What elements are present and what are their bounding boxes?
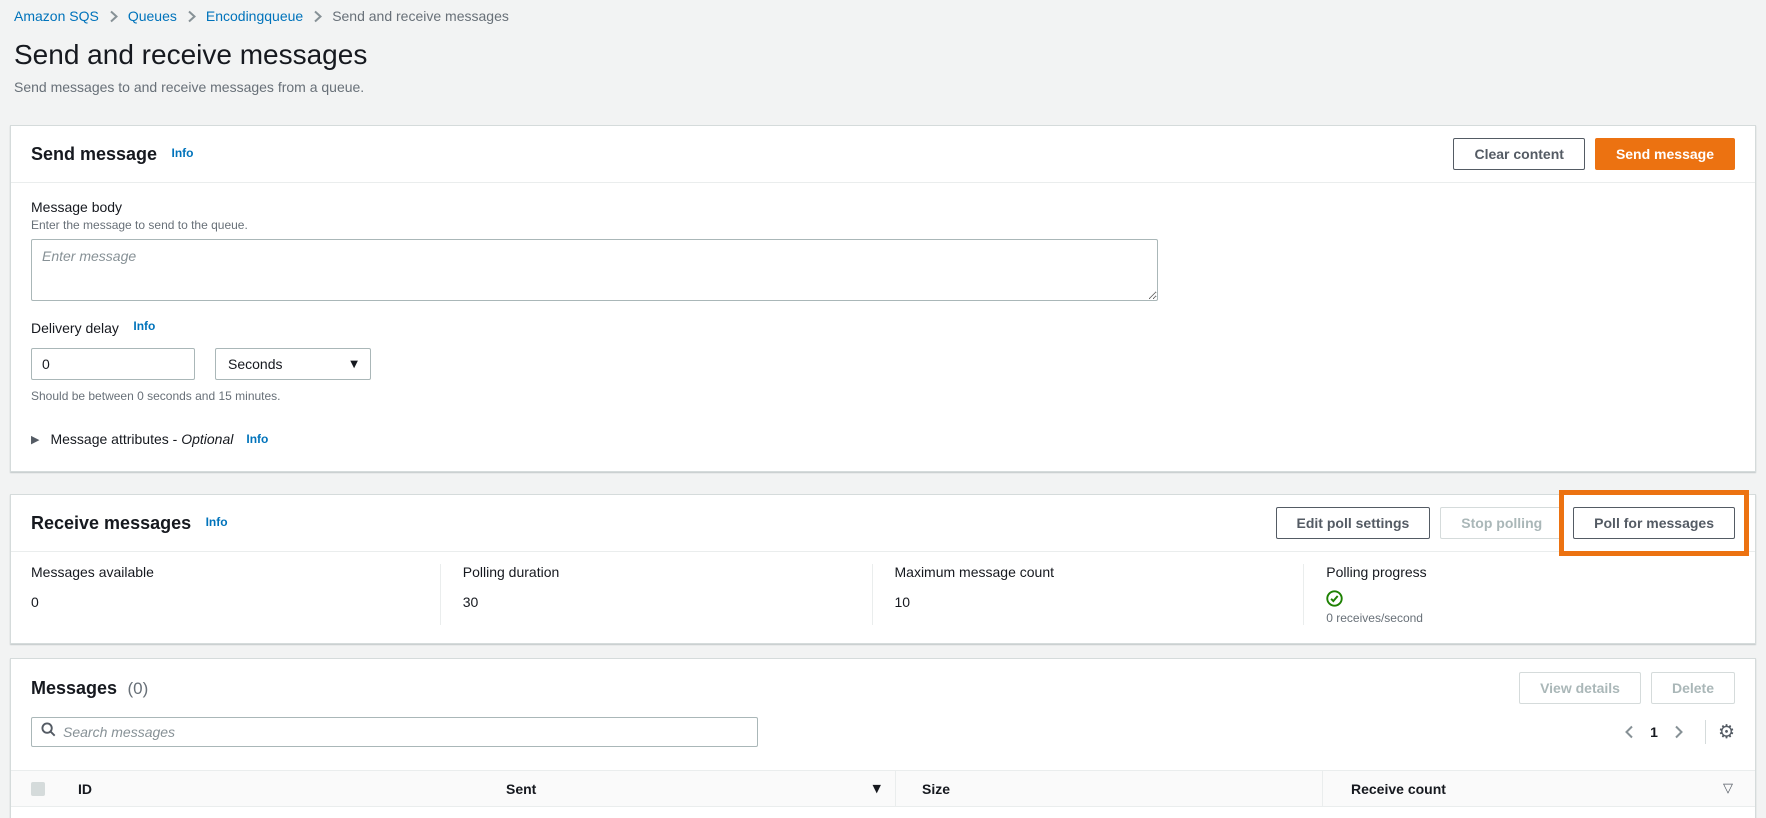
message-attributes-label: Message attributes - Optional [50, 431, 233, 447]
delete-button[interactable]: Delete [1651, 672, 1735, 704]
sort-descending-icon[interactable]: ▼ [873, 782, 881, 795]
toolbar-divider [1705, 720, 1706, 744]
receive-messages-panel: Receive messages Info Edit poll settings… [10, 494, 1756, 644]
previous-page-button[interactable] [1615, 723, 1643, 741]
message-body-field: Message body Enter the message to send t… [31, 199, 1735, 301]
delivery-delay-info-link[interactable]: Info [133, 319, 155, 333]
send-message-info-link[interactable]: Info [172, 146, 194, 160]
select-all-checkbox[interactable] [31, 782, 45, 796]
stat-value: 10 [895, 594, 1284, 610]
stat-value: 30 [463, 594, 852, 610]
breadcrumb-link-queue-name[interactable]: Encodingqueue [206, 8, 303, 24]
delivery-delay-constraint: Should be between 0 seconds and 15 minut… [31, 389, 1735, 403]
stop-polling-button[interactable]: Stop polling [1440, 507, 1563, 539]
column-header-receive-count[interactable]: Receive count ▽ [1323, 771, 1755, 806]
breadcrumb: Amazon SQS Queues Encodingqueue Send and… [0, 0, 1766, 24]
messages-count: (0) [128, 679, 149, 698]
message-body-description: Enter the message to send to the queue. [31, 218, 1735, 232]
polling-stats-row: Messages available 0 Polling duration 30… [11, 552, 1755, 643]
search-box[interactable] [31, 717, 758, 747]
search-icon [41, 722, 56, 742]
poll-for-messages-button[interactable]: Poll for messages [1573, 507, 1735, 539]
page-header: Send and receive messages Send messages … [0, 24, 1766, 95]
edit-poll-settings-button[interactable]: Edit poll settings [1276, 507, 1431, 539]
receive-messages-info-link[interactable]: Info [206, 515, 228, 529]
sort-neutral-icon[interactable]: ▽ [1723, 781, 1733, 796]
chevron-right-icon [109, 10, 118, 23]
messages-header: Messages (0) View details Delete [11, 659, 1755, 704]
stat-value: 0 [31, 594, 420, 610]
chevron-right-icon [313, 10, 322, 23]
stat-polling-duration: Polling duration 30 [440, 564, 872, 625]
delivery-delay-unit-select[interactable]: Seconds ▼ [215, 348, 371, 380]
pagination: 1 ⚙ [1615, 720, 1735, 744]
delivery-delay-unit-value: Seconds [228, 356, 282, 372]
select-all-checkbox-cell [11, 771, 78, 806]
stat-polling-progress: Polling progress 0 receives/second [1303, 564, 1735, 625]
send-message-button[interactable]: Send message [1595, 138, 1735, 170]
messages-toolbar: 1 ⚙ [11, 704, 1755, 747]
next-page-button[interactable] [1665, 723, 1693, 741]
view-details-button[interactable]: View details [1519, 672, 1641, 704]
breadcrumb-current: Send and receive messages [332, 8, 509, 24]
expand-right-icon: ▶ [31, 433, 39, 446]
clear-content-button[interactable]: Clear content [1453, 138, 1584, 170]
breadcrumb-link-queues[interactable]: Queues [128, 8, 177, 24]
delivery-delay-label: Delivery delay [31, 320, 119, 336]
send-message-header: Send message Info Clear content Send mes… [11, 126, 1755, 183]
chevron-right-icon [187, 10, 196, 23]
delivery-delay-field: Delivery delay Info Seconds ▼ Should be … [31, 319, 1735, 403]
receive-messages-header: Receive messages Info Edit poll settings… [11, 495, 1755, 552]
settings-gear-icon[interactable]: ⚙ [1718, 723, 1735, 742]
messages-panel: Messages (0) View details Delete 1 [10, 658, 1756, 818]
message-attributes-info-link[interactable]: Info [246, 432, 268, 446]
column-header-size: Size [896, 771, 1323, 806]
stat-messages-available: Messages available 0 [31, 564, 440, 625]
delivery-delay-input[interactable] [31, 348, 195, 380]
messages-table-header: ID Sent ▼ Size Receive count ▽ [11, 770, 1755, 807]
breadcrumb-link-amazon-sqs[interactable]: Amazon SQS [14, 8, 99, 24]
page-subtitle: Send messages to and receive messages fr… [14, 79, 1766, 95]
search-input[interactable] [63, 724, 748, 740]
send-message-title: Send message [31, 144, 157, 164]
success-check-icon [1326, 594, 1343, 611]
message-body-textarea[interactable] [31, 239, 1158, 301]
polling-progress-rate: 0 receives/second [1326, 611, 1715, 625]
message-body-label: Message body [31, 199, 1735, 215]
message-attributes-expander[interactable]: ▶ Message attributes - Optional Info [31, 431, 1735, 447]
send-message-panel: Send message Info Clear content Send mes… [10, 125, 1756, 472]
column-header-id: ID [78, 771, 506, 806]
messages-title: Messages [31, 678, 117, 698]
column-header-sent[interactable]: Sent ▼ [506, 771, 896, 806]
receive-messages-title: Receive messages [31, 513, 191, 533]
page-title: Send and receive messages [14, 39, 1766, 71]
stat-maximum-message-count: Maximum message count 10 [872, 564, 1304, 625]
current-page-number[interactable]: 1 [1643, 724, 1665, 740]
chevron-down-icon: ▼ [350, 359, 358, 370]
empty-table-message: No messages. To view messages in the que… [11, 807, 1755, 818]
